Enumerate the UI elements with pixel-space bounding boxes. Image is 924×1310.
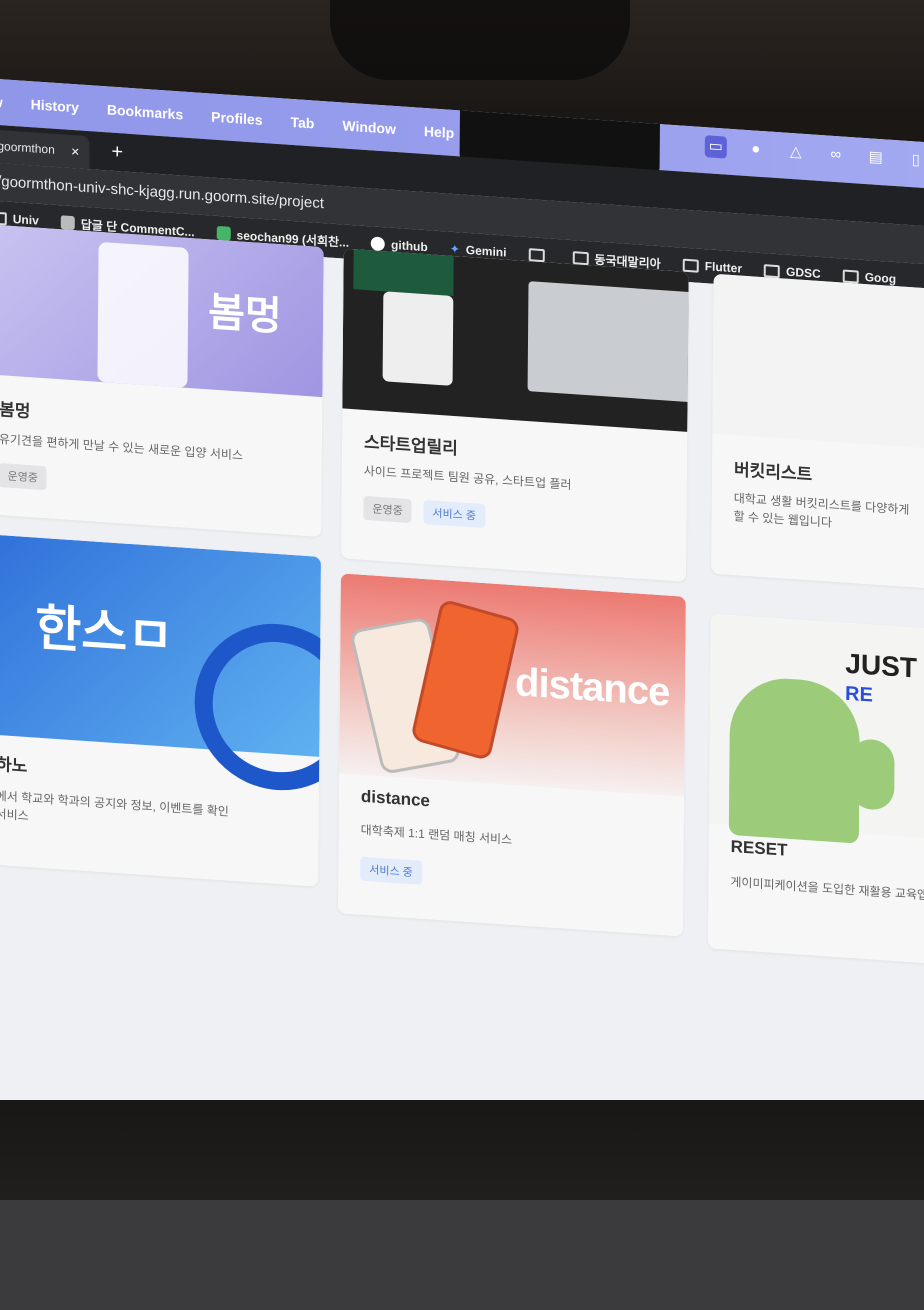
bookmark-label: Flutter xyxy=(704,259,743,276)
v-icon xyxy=(216,225,231,241)
project-card[interactable]: JUST RE RESET 게이미피케이션을 도입한 재활용 교육앱 xyxy=(707,613,924,972)
menu-help[interactable]: Help xyxy=(424,123,454,141)
screen-mockup xyxy=(527,281,689,403)
background-shadow xyxy=(330,0,630,80)
warning-icon[interactable]: △ xyxy=(785,141,807,164)
project-card[interactable]: 한스ㅁ 하노 에서 학교와 학과의 공지와 정보, 이벤트를 확인 서비스 xyxy=(0,533,322,887)
screen-mirror-icon[interactable]: ▭ xyxy=(704,135,727,159)
mascot-illustration xyxy=(728,674,861,844)
project-thumbnail xyxy=(712,273,924,458)
menu-bookmarks[interactable]: Bookmarks xyxy=(107,101,183,122)
project-thumbnail: 한스ㅁ xyxy=(0,533,322,796)
menu-window[interactable]: Window xyxy=(342,117,396,137)
laptop-keyboard-edge xyxy=(0,1200,924,1310)
tab-goormthon[interactable]: goormthon × xyxy=(0,125,90,170)
menu-tab[interactable]: Tab xyxy=(290,114,314,132)
service-badge: 서비스 중 xyxy=(423,499,486,529)
project-title: distance xyxy=(360,786,431,811)
laptop-screen: w History Bookmarks Profiles Tab Window … xyxy=(0,75,924,1231)
project-thumbnail: 봄멍 xyxy=(0,223,324,398)
project-title: 봄멍 xyxy=(0,400,31,422)
thumbnail-subtext: RE xyxy=(845,682,873,707)
thumbnail-text: 봄멍 xyxy=(207,290,282,340)
project-title: 스타트업릴리 xyxy=(363,432,458,459)
thumbnail-banner xyxy=(353,249,454,296)
project-card[interactable]: 봄멍 봄멍 유기견을 편하게 만날 수 있는 새로운 입양 서비스 운영중 xyxy=(0,223,324,537)
project-title: RESET xyxy=(730,836,788,860)
project-title: 하노 xyxy=(0,754,28,776)
project-title: 버킷리스트 xyxy=(733,460,813,485)
project-card[interactable]: 스타트업릴리 사이드 프로젝트 팀원 공유, 스타트업 플러 운영중 서비스 중 xyxy=(341,248,689,582)
menu-extra-icon[interactable]: ▯ xyxy=(905,149,924,172)
bookmark-flutter[interactable]: Flutter xyxy=(682,258,743,276)
project-description: 유기견을 편하게 만날 수 있는 새로운 입양 서비스 xyxy=(0,432,244,463)
glasses-icon[interactable]: ∞ xyxy=(825,143,847,166)
mascot-tail xyxy=(849,738,895,812)
status-badge: 운영중 xyxy=(0,463,48,491)
project-thumbnail: distance xyxy=(339,573,686,797)
service-badge: 서비스 중 xyxy=(360,856,422,885)
folder-icon xyxy=(0,210,7,226)
phone-mockup xyxy=(97,241,189,388)
thumbnail-text: JUST xyxy=(845,647,918,684)
thumbnail-ring xyxy=(193,618,322,796)
qr-code xyxy=(382,291,454,386)
new-tab-button[interactable]: + xyxy=(111,138,123,167)
github-icon xyxy=(371,236,386,252)
folder-icon xyxy=(842,269,859,284)
thumbnail-text: distance xyxy=(514,660,670,715)
page-icon xyxy=(60,215,75,231)
folder-icon xyxy=(682,258,699,273)
tab-label: goormthon xyxy=(0,138,55,157)
record-icon[interactable]: ● xyxy=(745,138,767,161)
gemini-icon: ✦ xyxy=(449,241,460,257)
status-badge: 운영중 xyxy=(363,495,412,524)
menu-history[interactable]: History xyxy=(31,96,79,115)
folder-icon xyxy=(528,247,545,262)
bookmark-folder[interactable] xyxy=(528,247,550,262)
window-icon[interactable]: ▤ xyxy=(865,146,887,169)
folder-icon xyxy=(764,263,781,278)
project-card[interactable]: 버킷리스트 대학교 생활 버킷리스트를 다양하게 할 수 있는 웹입니다 xyxy=(711,273,924,598)
project-thumbnail: JUST RE xyxy=(708,613,924,847)
menu-profiles[interactable]: Profiles xyxy=(211,108,262,127)
project-description: 사이드 프로젝트 팀원 공유, 스타트업 플러 xyxy=(363,463,572,493)
project-description-line2: 서비스 xyxy=(0,806,29,824)
project-grid: 봄멍 봄멍 유기견을 편하게 만날 수 있는 새로운 입양 서비스 운영중 스타… xyxy=(0,223,924,1231)
project-thumbnail xyxy=(342,248,689,432)
project-card[interactable]: distance distance 대학축제 1:1 랜덤 매칭 서비스 서비스… xyxy=(337,573,686,937)
project-description: 대학축제 1:1 랜덤 매칭 서비스 xyxy=(360,822,513,848)
project-description: 게이미피케이션을 도입한 재활용 교육앱 xyxy=(730,874,924,903)
menu-view[interactable]: w xyxy=(0,94,3,111)
project-description: 에서 학교와 학과의 공지와 정보, 이벤트를 확인 xyxy=(0,788,229,819)
folder-icon xyxy=(572,250,589,265)
close-icon[interactable]: × xyxy=(71,135,79,169)
thumbnail-text: 한스ㅁ xyxy=(34,599,174,665)
